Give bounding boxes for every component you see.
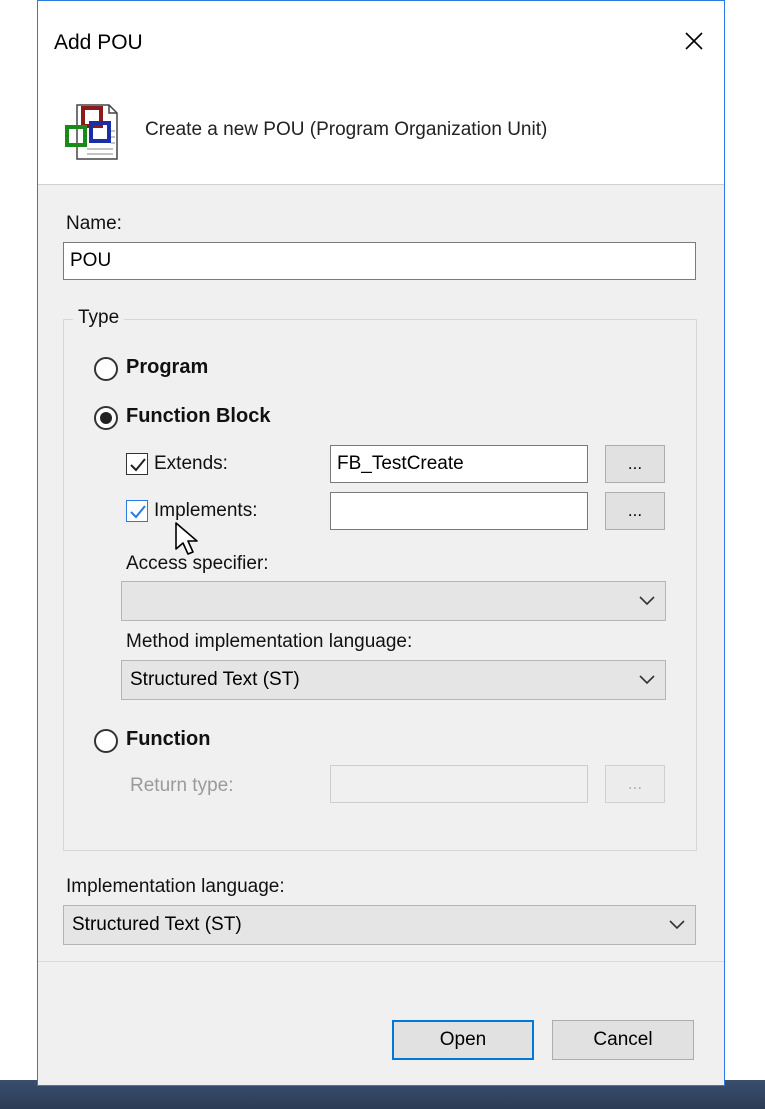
implementation-language-label: Implementation language: [66,876,285,897]
implementation-language-select[interactable]: Structured Text (ST) [63,905,696,945]
return-type-browse-button[interactable]: ... [605,765,665,803]
extends-browse-button[interactable]: ... [605,445,665,483]
return-type-input[interactable] [330,765,588,803]
extends-input[interactable]: FB_TestCreate [330,445,588,483]
chevron-down-icon [639,675,655,685]
cancel-button[interactable]: Cancel [552,1020,694,1060]
pou-icon [65,104,118,160]
mouse-pointer-icon [175,522,198,555]
program-label: Program [126,356,209,378]
close-icon [685,32,703,50]
chevron-down-icon [669,920,685,930]
close-button[interactable] [674,21,714,61]
add-pou-dialog: Add POU Create a new POU (Program Organi… [37,0,725,1086]
implements-checkbox[interactable] [126,500,148,522]
method-language-select[interactable]: Structured Text (ST) [121,660,666,700]
function-radio[interactable] [94,729,118,753]
name-label: Name: [66,213,122,234]
chevron-down-icon [639,596,655,606]
implements-input[interactable] [330,492,588,530]
program-radio[interactable] [94,357,118,381]
function-label: Function [126,728,211,750]
method-language-value: Structured Text (ST) [130,669,300,690]
dialog-title: Add POU [54,31,143,54]
dialog-header: Add POU Create a new POU (Program Organi… [38,1,724,185]
implements-label: Implements: [154,500,258,521]
checkmark-icon [130,458,146,472]
extends-label: Extends: [154,453,228,474]
implementation-language-value: Structured Text (ST) [72,914,242,935]
checkmark-icon [130,505,146,519]
return-type-label: Return type: [130,775,234,796]
dialog-description: Create a new POU (Program Organization U… [145,119,548,140]
method-language-label: Method implementation language: [126,631,413,652]
extends-checkbox[interactable] [126,453,148,475]
function-block-label: Function Block [126,405,271,427]
type-group-legend: Type [73,307,125,329]
name-input[interactable]: POU [63,242,696,280]
access-specifier-select[interactable] [121,581,666,621]
implements-browse-button[interactable]: ... [605,492,665,530]
open-button[interactable]: Open [392,1020,534,1060]
function-block-radio[interactable] [94,406,118,430]
dialog-footer: Open Cancel [38,961,724,1085]
